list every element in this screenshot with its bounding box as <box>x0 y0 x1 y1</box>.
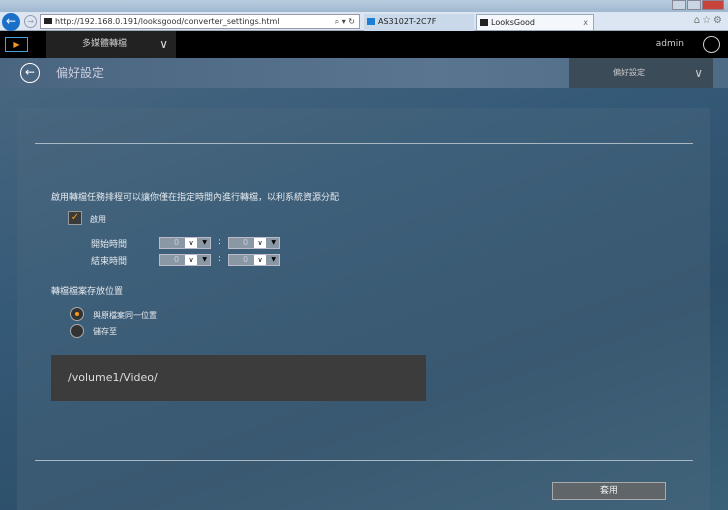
save-to-label: 儲存至 <box>93 327 117 336</box>
select-value: 0 <box>243 255 249 264</box>
chevron-down-icon: ∨ <box>694 66 703 80</box>
app-bar: ▶ 多媒體轉檔 ∨ admin <box>0 31 728 58</box>
apply-button[interactable]: 套用 <box>552 482 666 500</box>
search-refresh-icon[interactable]: ⌕ ▾ ↻ <box>335 15 355 28</box>
select-value: 0 <box>243 238 249 247</box>
select-value: 0 <box>174 238 180 247</box>
end-minute-select[interactable]: 0 ∨ ▼ <box>228 254 280 266</box>
enable-schedule-checkbox[interactable]: ✓ <box>68 211 82 225</box>
tab-label: AS3102T-2C7F <box>378 17 437 26</box>
select-value: 0 <box>174 255 180 264</box>
chevron-down-icon: ∨ <box>254 238 266 248</box>
browser-tools-icons[interactable]: ⌂☆⚙ <box>694 15 724 26</box>
chevron-down-icon: ∨ <box>254 255 266 265</box>
browser-forward-button[interactable]: → <box>24 15 37 28</box>
tab-looksgood[interactable]: LooksGood x <box>476 14 594 31</box>
end-time-label: 結束時間 <box>91 257 128 267</box>
minimize-button[interactable] <box>672 0 686 10</box>
caret-down-icon: ▼ <box>271 239 276 246</box>
chevron-down-icon: ∨ <box>185 238 197 248</box>
end-hour-select[interactable]: 0 ∨ ▼ <box>159 254 211 266</box>
url-text: http://192.168.0.191/looksgood/converter… <box>55 17 280 26</box>
start-hour-select[interactable]: 0 ∨ ▼ <box>159 237 211 249</box>
sub-header: ← 偏好設定 偏好設定 ∨ <box>0 58 728 88</box>
address-bar[interactable]: http://192.168.0.191/looksgood/converter… <box>40 14 360 29</box>
caret-down-icon: ▼ <box>202 256 207 263</box>
looksgood-icon <box>480 19 488 26</box>
radio-save-to[interactable] <box>70 324 84 338</box>
schedule-description: 啟用轉檔任務排程可以讓你僅在指定時間內進行轉檔，以利系統資源分配 <box>51 193 340 203</box>
start-minute-select[interactable]: 0 ∨ ▼ <box>228 237 280 249</box>
time-separator: : <box>218 254 222 264</box>
tab-close-icon[interactable]: x <box>583 15 588 30</box>
maximize-button[interactable] <box>687 0 701 10</box>
settings-panel <box>17 108 710 510</box>
caret-down-icon: ▼ <box>202 239 207 246</box>
tab-label: LooksGood <box>491 18 535 27</box>
window-title-bar <box>0 0 728 12</box>
tab-as3102t[interactable]: AS3102T-2C7F <box>364 14 474 31</box>
browser-nav-bar: ← → http://192.168.0.191/looksgood/conve… <box>0 12 728 31</box>
chevron-down-icon: ∨ <box>185 255 197 265</box>
menu-label: 多媒體轉檔 <box>82 39 128 49</box>
start-time-label: 開始時間 <box>91 240 128 250</box>
divider <box>35 460 693 461</box>
caret-down-icon: ▼ <box>271 256 276 263</box>
time-separator: : <box>218 237 222 247</box>
close-window-button[interactable] <box>702 0 724 10</box>
window-controls <box>672 0 724 11</box>
storage-path-field[interactable]: /volume1/Video/ <box>51 355 426 401</box>
avatar-icon[interactable] <box>703 36 720 53</box>
user-name[interactable]: admin <box>656 31 684 58</box>
app-menu-dropdown[interactable]: 多媒體轉檔 ∨ <box>46 31 176 58</box>
page-title: 偏好設定 <box>56 66 105 80</box>
asustor-icon <box>367 18 375 25</box>
looksgood-logo-icon[interactable]: ▶ <box>5 37 28 52</box>
back-arrow-icon[interactable]: ← <box>20 63 40 83</box>
storage-title: 轉檔檔案存放位置 <box>51 287 124 297</box>
chevron-down-icon: ∨ <box>159 37 168 51</box>
radio-same-location[interactable] <box>70 307 84 321</box>
enable-label: 啟用 <box>90 215 106 224</box>
dropdown-label: 偏好設定 <box>613 68 645 77</box>
settings-dropdown[interactable]: 偏好設定 ∨ <box>569 58 713 88</box>
same-location-label: 與原檔案同一位置 <box>93 311 157 320</box>
divider <box>35 143 693 144</box>
favicon-icon <box>44 18 52 24</box>
browser-back-button[interactable]: ← <box>2 13 20 31</box>
